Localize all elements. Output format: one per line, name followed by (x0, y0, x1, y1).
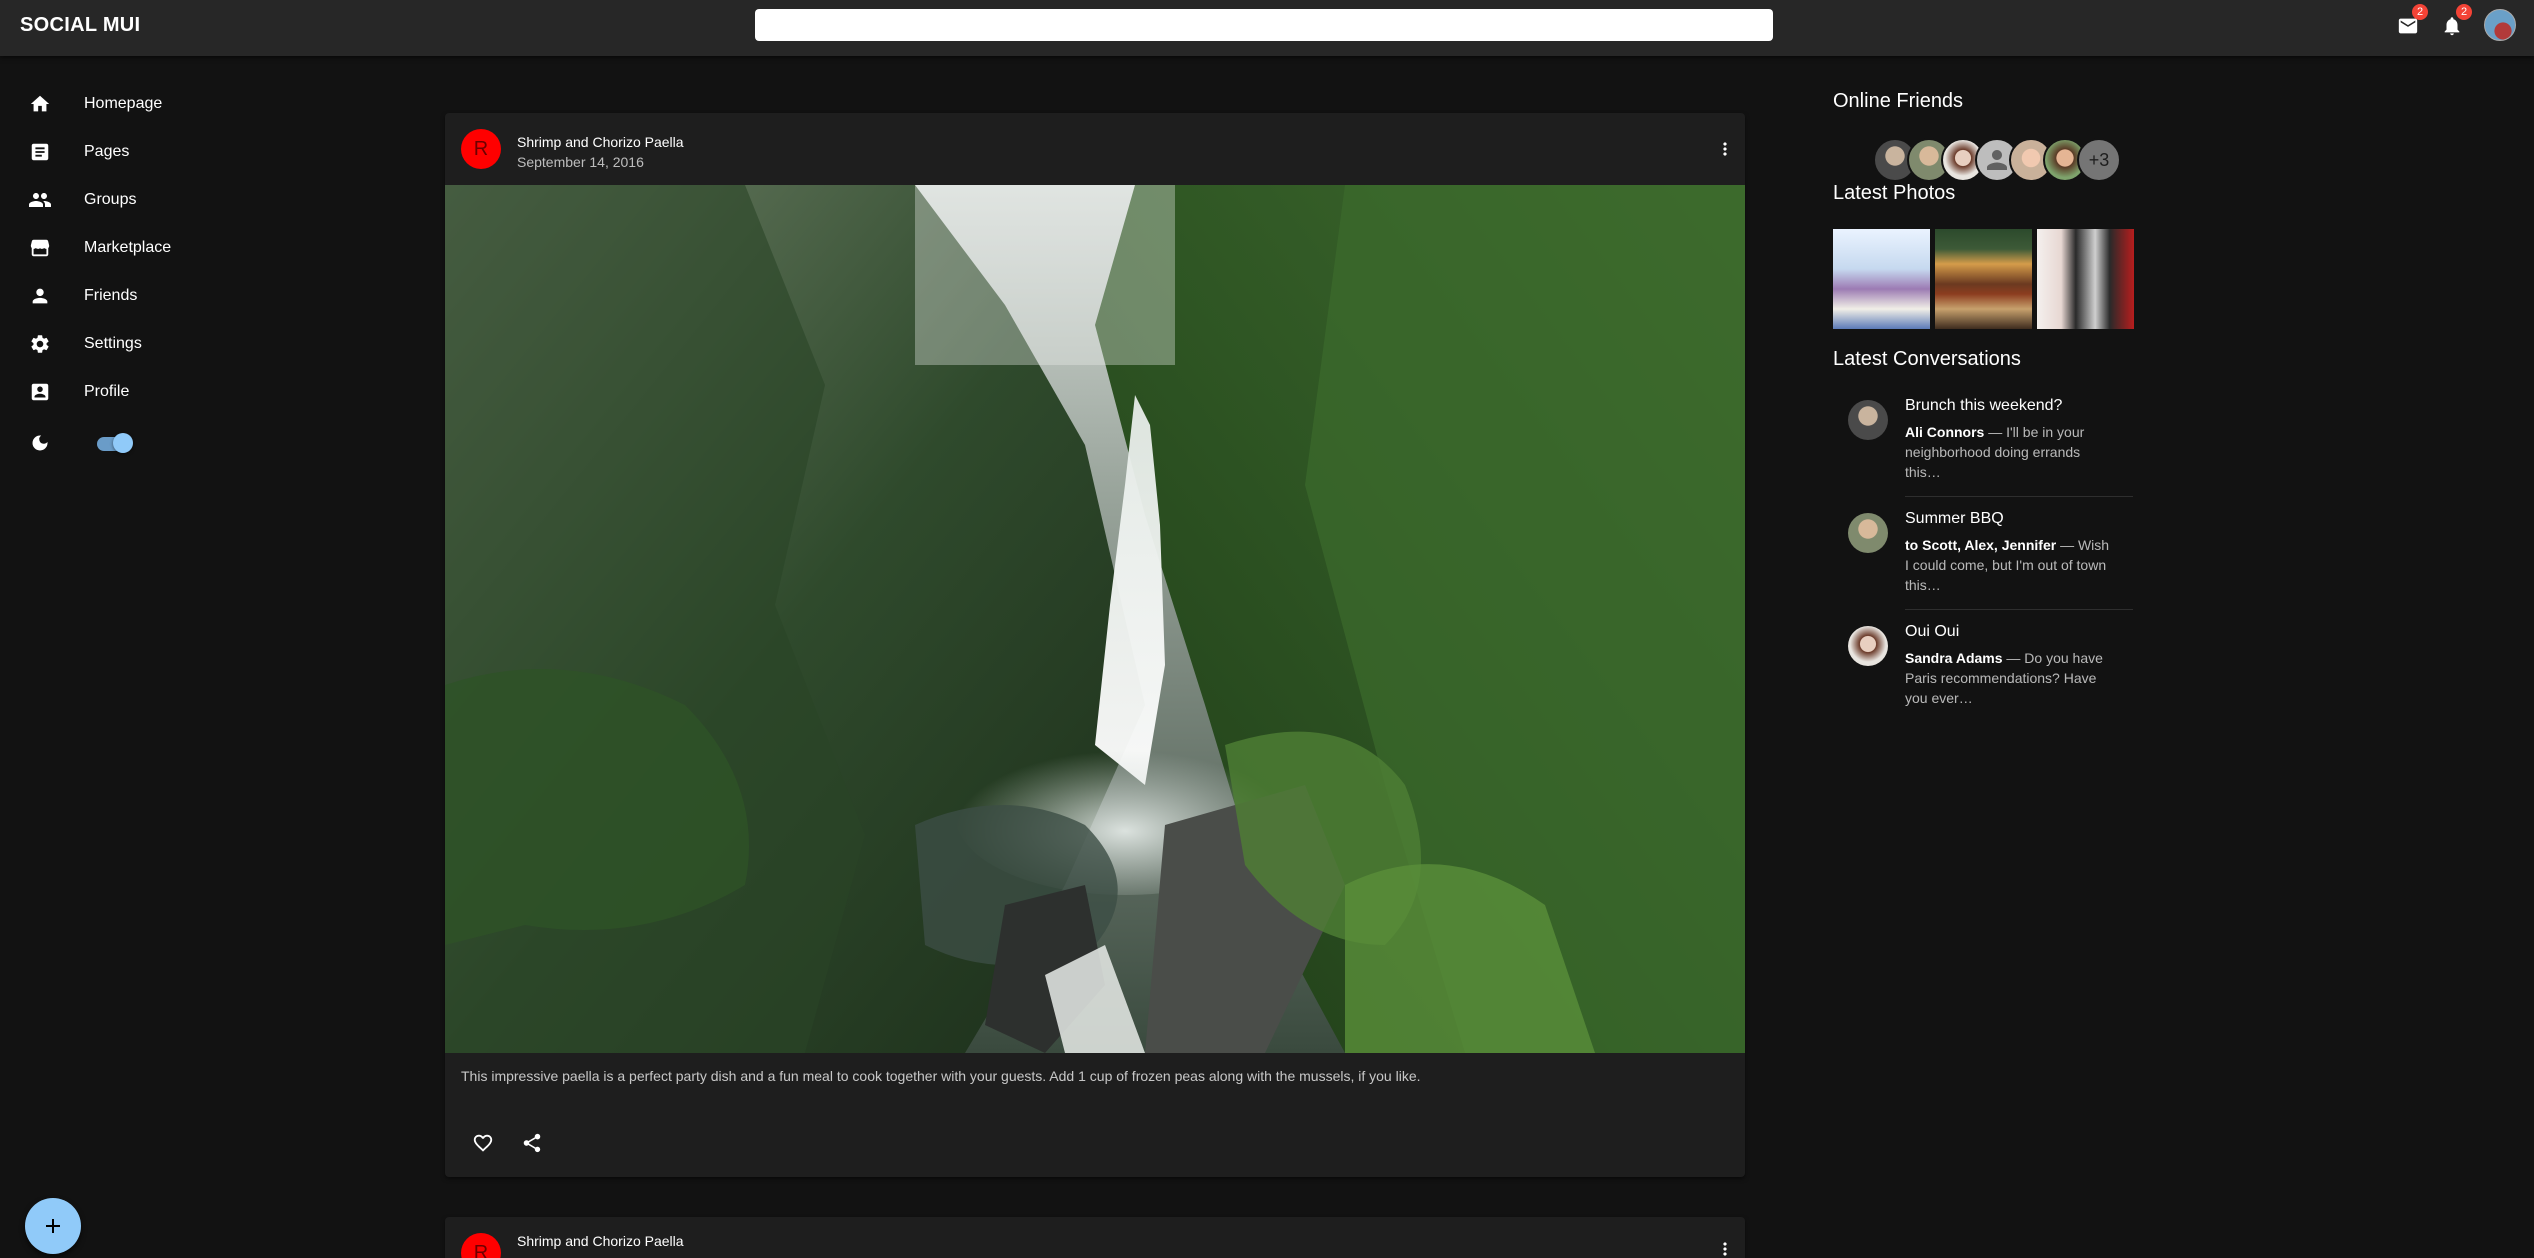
conversation-sender: Sandra Adams (1905, 650, 2003, 666)
latest-conversations-title: Latest Conversations (1833, 348, 2021, 370)
conversation-title: Oui Oui (1905, 623, 1960, 640)
conversation-sender: to Scott, Alex, Jennifer (1905, 537, 2057, 553)
post-card: R Shrimp and Chorizo Paella September 14… (445, 113, 1745, 1177)
dark-mode-row (28, 423, 228, 463)
conversation-divider (1905, 496, 2133, 497)
waterfall-image (445, 185, 1745, 1053)
post-actions (445, 1115, 1745, 1173)
sidebar-item-label: Pages (84, 143, 130, 160)
more-vert-icon (1723, 142, 1727, 156)
post-header: R Shrimp and Chorizo Paella September 14… (445, 113, 1745, 185)
person-icon (28, 284, 52, 308)
mail-button[interactable]: 2 (2394, 4, 2428, 40)
more-vert-icon (1723, 1242, 1727, 1256)
conversation-divider (1905, 609, 2133, 610)
sidebar-item-label: Settings (84, 335, 142, 352)
like-button[interactable] (463, 1123, 503, 1163)
online-friends-title: Online Friends (1833, 90, 1964, 112)
storefront-icon (28, 236, 52, 260)
user-avatar[interactable] (2484, 9, 2516, 41)
conversation-preview: to Scott, Alex, Jennifer — Wish I could … (1905, 535, 2115, 595)
conversation-title: Brunch this weekend? (1905, 397, 2063, 414)
share-button[interactable] (512, 1123, 552, 1163)
sidebar-item-label: Marketplace (84, 239, 172, 256)
photo-thumbnail[interactable] (1833, 229, 1930, 329)
sidebar-item-label: Profile (84, 383, 130, 400)
person-icon (1987, 150, 2007, 170)
heart-icon (473, 1134, 493, 1152)
post-text: This impressive paella is a perfect part… (461, 1068, 1421, 1084)
more-friends-count[interactable]: +3 (2077, 138, 2121, 182)
latest-photos-grid (1833, 229, 2134, 329)
sidebar-item-pages[interactable]: Pages (28, 132, 348, 172)
plus-icon (46, 1219, 60, 1233)
conversation-item[interactable]: Brunch this weekend? Ali Connors — I'll … (1833, 386, 2133, 496)
group-icon (28, 188, 52, 212)
sidebar-item-label: Groups (84, 191, 137, 208)
settings-icon (28, 332, 52, 356)
photo-thumbnail[interactable] (2037, 229, 2134, 329)
search-input[interactable] (755, 9, 1773, 41)
conversation-sender: Ali Connors (1905, 424, 1985, 440)
post-card: R Shrimp and Chorizo Paella (445, 1217, 1745, 1258)
post-title: Shrimp and Chorizo Paella (517, 1233, 684, 1249)
add-button[interactable] (25, 1198, 81, 1254)
app-bar: SOCIAL MUI 2 2 (0, 0, 2534, 56)
post-header: R Shrimp and Chorizo Paella (445, 1217, 1745, 1258)
sidebar-item-label: Homepage (84, 95, 163, 112)
conversation-avatar (1848, 626, 1888, 666)
mail-badge: 2 (2412, 4, 2428, 20)
latest-photos-title: Latest Photos (1833, 182, 1956, 204)
more-button[interactable] (1713, 1237, 1737, 1258)
sidebar-item-groups[interactable]: Groups (28, 180, 348, 220)
more-button[interactable] (1713, 137, 1737, 161)
dark-mode-toggle[interactable] (95, 433, 133, 453)
conversation-item[interactable]: Oui Oui Sandra Adams — Do you have Paris… (1833, 612, 2133, 722)
toggle-thumb (113, 433, 133, 453)
post-avatar: R (461, 1233, 501, 1258)
sidebar-item-homepage[interactable]: Homepage (28, 84, 348, 124)
sidebar-item-marketplace[interactable]: Marketplace (28, 228, 348, 268)
account-box-icon (28, 380, 52, 404)
moon-icon (28, 431, 52, 455)
conversation-title: Summer BBQ (1905, 510, 2004, 527)
post-image (445, 185, 1745, 1053)
app-logo[interactable]: SOCIAL MUI (20, 14, 140, 37)
photo-thumbnail[interactable] (1935, 229, 2032, 329)
sidebar-item-friends[interactable]: Friends (28, 276, 348, 316)
conversation-avatar (1848, 400, 1888, 440)
online-friends-group: +3 (1873, 138, 2173, 182)
sidebar-item-label: Friends (84, 287, 138, 304)
article-icon (28, 140, 52, 164)
share-icon (523, 1133, 541, 1153)
sidebar-item-profile[interactable]: Profile (28, 372, 348, 412)
conversation-item[interactable]: Summer BBQ to Scott, Alex, Jennifer — Wi… (1833, 499, 2133, 609)
conversation-preview: Sandra Adams — Do you have Paris recomme… (1905, 648, 2115, 708)
home-icon (28, 92, 52, 116)
post-title: Shrimp and Chorizo Paella (517, 134, 684, 150)
conversation-avatar (1848, 513, 1888, 553)
conversation-preview: Ali Connors — I'll be in your neighborho… (1905, 422, 2115, 482)
notifications-badge: 2 (2456, 4, 2472, 20)
post-date: September 14, 2016 (517, 154, 644, 170)
notifications-button[interactable]: 2 (2438, 4, 2472, 40)
post-avatar: R (461, 129, 501, 169)
sidebar-item-settings[interactable]: Settings (28, 324, 348, 364)
